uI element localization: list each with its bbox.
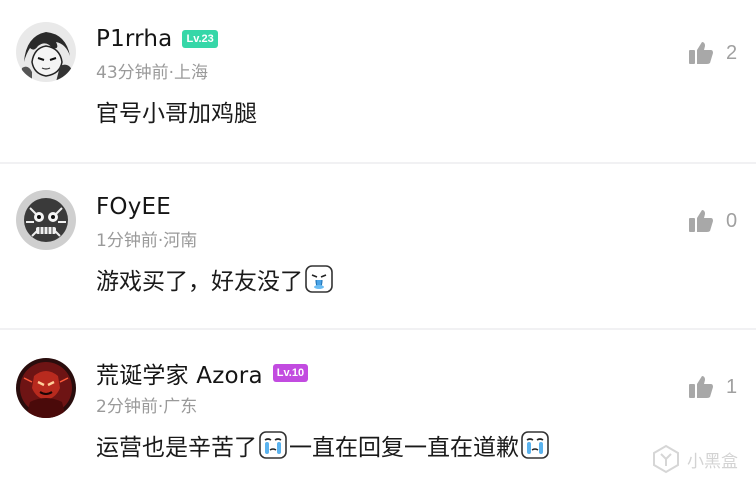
avatar[interactable]	[16, 358, 76, 418]
comment-content: 游戏买了，好友没了	[96, 262, 335, 296]
thumbs-up-icon	[688, 374, 714, 400]
watermark: 小黑盒	[651, 444, 738, 474]
like-button[interactable]: 2	[688, 40, 738, 66]
comment-meta: 2分钟前·广东	[96, 397, 198, 417]
thumbs-up-icon	[688, 208, 714, 234]
crying-emoji-icon	[305, 265, 333, 293]
avatar[interactable]	[16, 190, 76, 250]
level-badge: Lv.10	[272, 364, 309, 382]
username[interactable]: 荒诞学家 Azora	[96, 356, 263, 390]
tears-emoji-icon	[521, 431, 549, 459]
comment-text: 一直在回复一直在道歉	[289, 435, 519, 461]
watermark-text: 小黑盒	[687, 451, 738, 472]
thumbs-up-icon	[688, 40, 714, 66]
comment-item: 荒诞学家 Azora Lv.10 2分钟前·广东 运营也是辛苦了 一直在回复一直…	[0, 330, 756, 492]
avatar[interactable]	[16, 22, 76, 82]
like-count: 1	[726, 375, 738, 398]
comment-meta: 43分钟前·上海	[96, 63, 209, 83]
name-row: P1rrha Lv.23	[96, 24, 218, 54]
name-row: 荒诞学家 Azora Lv.10	[96, 356, 309, 390]
comment-content: 官号小哥加鸡腿	[96, 94, 257, 128]
like-button[interactable]: 0	[688, 208, 738, 234]
comment-text: 运营也是辛苦了	[96, 435, 257, 461]
tears-emoji-icon	[259, 431, 287, 459]
like-count: 2	[726, 41, 738, 64]
skull-face-avatar-icon	[16, 190, 76, 250]
username[interactable]: P1rrha	[96, 26, 172, 52]
level-badge: Lv.23	[182, 30, 218, 48]
comment-item: P1rrha Lv.23 43分钟前·上海 官号小哥加鸡腿 2	[0, 0, 756, 162]
xiaoheihe-logo-icon	[651, 444, 681, 474]
username[interactable]: FOyEE	[96, 194, 171, 220]
comment-meta: 1分钟前·河南	[96, 231, 198, 251]
anime-character-avatar-icon	[16, 22, 76, 82]
name-row: FOyEE	[96, 192, 171, 222]
like-count: 0	[726, 209, 738, 232]
comment-content: 运营也是辛苦了 一直在回复一直在道歉	[96, 428, 551, 462]
red-warrior-avatar-icon	[16, 358, 76, 418]
comment-item: FOyEE 1分钟前·河南 游戏买了，好友没了 0	[0, 164, 756, 328]
comment-text: 官号小哥加鸡腿	[96, 101, 257, 127]
comment-text: 游戏买了，好友没了	[96, 269, 303, 295]
like-button[interactable]: 1	[688, 374, 738, 400]
